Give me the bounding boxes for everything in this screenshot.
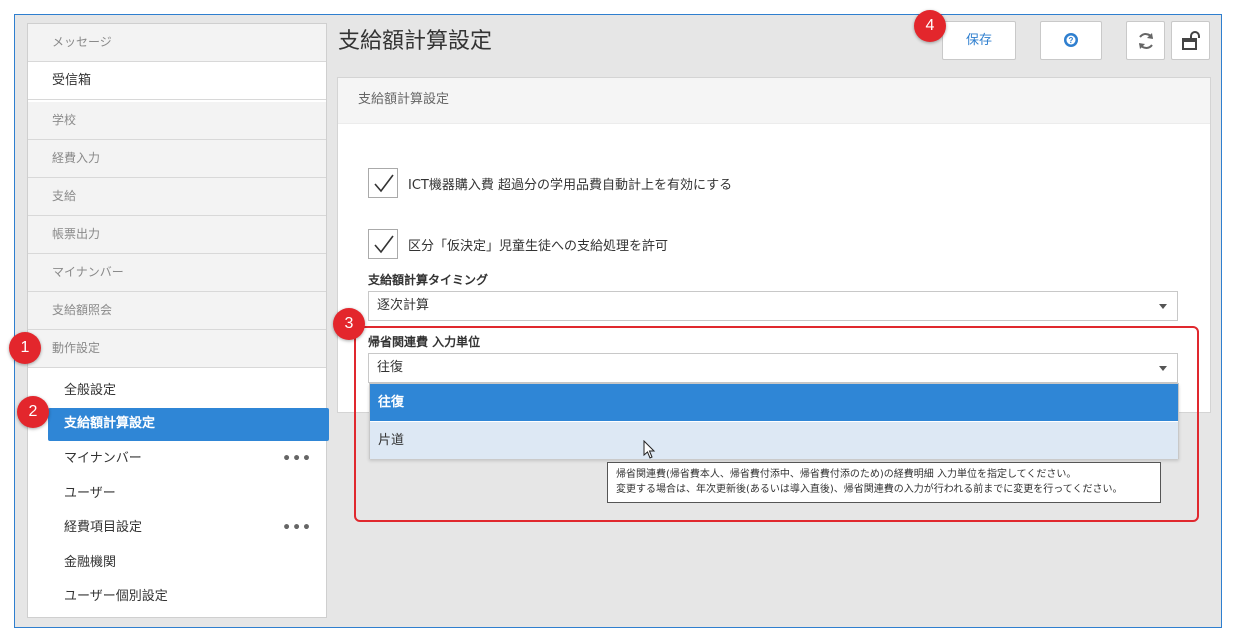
sidebar-section-report-output[interactable]: 帳票出力	[28, 216, 326, 254]
save-button[interactable]: 保存	[942, 21, 1016, 60]
sidebar-section-expense-input[interactable]: 経費入力	[28, 140, 326, 178]
sidebar-section-label: 経費入力	[52, 151, 101, 165]
checkmark-icon	[374, 235, 394, 254]
sidebar-section-label: 動作設定	[52, 341, 101, 355]
sidebar-item-general-settings[interactable]: 全般設定	[28, 375, 326, 407]
sidebar-item-label: マイナンバー	[64, 451, 142, 466]
sidebar-section-school[interactable]: 学校	[28, 102, 326, 140]
sidebar-section-label: マイナンバー	[52, 265, 124, 279]
help-button[interactable]: ?	[1040, 21, 1102, 60]
unlock-button[interactable]	[1171, 21, 1210, 60]
panel-title: 支給額計算設定	[338, 78, 1210, 124]
sidebar-item-users[interactable]: ユーザー	[28, 478, 326, 510]
annotation-badge-2: 2	[17, 396, 49, 428]
ict-surplus-checkbox-label: ICT機器購入費 超過分の学用品費自動計上を有効にする	[408, 178, 733, 193]
sidebar-section-operation-settings[interactable]: 動作設定	[28, 330, 326, 368]
sidebar-section-label: 受信箱	[52, 73, 92, 88]
sidebar-section-inbox[interactable]: 受信箱	[28, 62, 326, 100]
sidebar-item-label: 支給額計算設定	[64, 416, 156, 431]
unlock-icon	[1181, 31, 1200, 50]
annotation-badge-4: 4	[914, 10, 946, 42]
annotation-badge-3: 3	[333, 308, 365, 340]
more-options-icon[interactable]: •••	[282, 443, 312, 475]
provisional-checkbox-label: 区分「仮決定」児童生徒への支給処理を許可	[408, 239, 669, 254]
sidebar-item-user-individual-settings[interactable]: ユーザー個別設定	[28, 581, 326, 613]
timing-select[interactable]: 逐次計算	[368, 291, 1178, 321]
refresh-button[interactable]	[1126, 21, 1165, 60]
timing-label: 支給額計算タイミング	[368, 273, 489, 287]
help-icon: ?	[1064, 33, 1078, 47]
sidebar: メッセージ 受信箱 学校 経費入力 支給 帳票出力 マイナンバー 支給額照会 動…	[27, 23, 329, 618]
refresh-icon	[1138, 33, 1153, 49]
timing-select-value: 逐次計算	[377, 298, 430, 313]
sidebar-section-label: 支給	[52, 189, 77, 203]
highlight-box	[354, 326, 1199, 522]
sidebar-item-label: ユーザー個別設定	[64, 589, 168, 604]
sidebar-section-payment-inquiry[interactable]: 支給額照会	[28, 292, 326, 330]
sidebar-item-label: 金融機関	[64, 555, 117, 570]
sidebar-section-messages[interactable]: メッセージ	[28, 24, 326, 62]
svg-text:?: ?	[1069, 36, 1074, 45]
sidebar-section-label: 支給額照会	[52, 303, 113, 317]
sidebar-item-financial-institution[interactable]: 金融機関	[28, 547, 326, 579]
sidebar-item-expense-item-settings[interactable]: 経費項目設定 •••	[28, 512, 326, 544]
page-title: 支給額計算設定	[338, 29, 493, 54]
sidebar-section-label: 帳票出力	[52, 227, 101, 241]
checkmark-icon	[374, 174, 394, 193]
sidebar-section-label: メッセージ	[52, 35, 112, 49]
sidebar-item-label: ユーザー	[64, 486, 116, 501]
sidebar-section-label: 学校	[52, 113, 77, 127]
provisional-checkbox[interactable]	[368, 229, 398, 259]
more-options-icon[interactable]: •••	[282, 512, 312, 544]
sidebar-item-payment-calc-settings[interactable]: 支給額計算設定	[48, 408, 329, 441]
mouse-cursor-icon	[643, 440, 656, 459]
annotation-badge-1: 1	[9, 332, 41, 364]
sidebar-section-payment[interactable]: 支給	[28, 178, 326, 216]
chevron-down-icon	[1159, 304, 1167, 309]
ict-surplus-checkbox[interactable]	[368, 168, 398, 198]
app-frame: メッセージ 受信箱 学校 経費入力 支給 帳票出力 マイナンバー 支給額照会 動…	[9, 10, 1222, 628]
sidebar-item-label: 経費項目設定	[64, 520, 143, 535]
sidebar-item-mynumber[interactable]: マイナンバー •••	[28, 443, 326, 475]
sidebar-item-label: 全般設定	[64, 383, 117, 398]
sidebar-section-mynumber[interactable]: マイナンバー	[28, 254, 326, 292]
